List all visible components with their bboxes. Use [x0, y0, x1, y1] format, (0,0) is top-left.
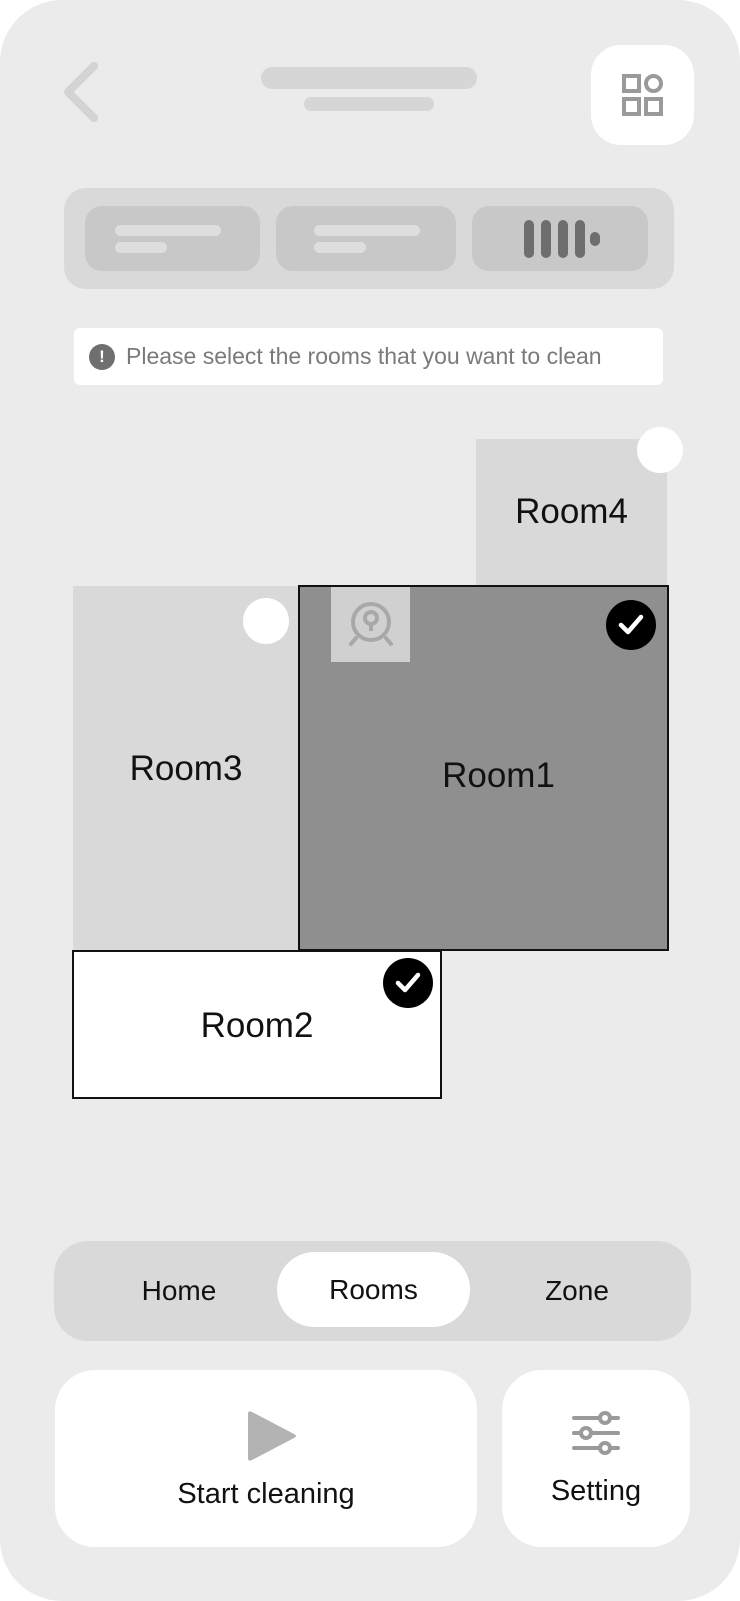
room-label: Room2 — [200, 1005, 314, 1045]
room-label: Room1 — [442, 756, 555, 795]
chevron-left-icon — [64, 62, 98, 122]
room-label: Room3 — [129, 748, 243, 788]
tab-zone[interactable]: Zone — [492, 1241, 662, 1341]
mode-option-2[interactable] — [276, 206, 456, 271]
room2-selected-check[interactable] — [383, 958, 433, 1008]
room1-selected-check[interactable] — [606, 600, 656, 650]
label-placeholder — [314, 225, 420, 236]
robot-position — [331, 587, 410, 662]
setting-label: Setting — [550, 1475, 642, 1507]
room4-select-toggle[interactable] — [637, 427, 683, 473]
label-placeholder — [314, 242, 366, 253]
check-icon — [395, 972, 421, 993]
phone-screen: ! Please select the rooms that you want … — [0, 0, 740, 1601]
sliders-icon — [572, 1411, 620, 1455]
label-placeholder — [115, 242, 167, 253]
suction-level-option[interactable] — [472, 206, 648, 271]
grid-icon — [622, 74, 663, 116]
check-icon — [618, 614, 644, 635]
instruction-banner: ! Please select the rooms that you want … — [74, 328, 663, 385]
view-tabs: Home Rooms Zone — [54, 1241, 691, 1341]
robot-vacuum-icon — [349, 602, 393, 646]
grid-menu-button[interactable] — [591, 45, 694, 145]
room-room4[interactable]: Room4 — [476, 439, 667, 586]
label-placeholder — [115, 225, 221, 236]
tab-home[interactable]: Home — [94, 1241, 264, 1341]
subtitle-placeholder — [304, 97, 434, 111]
room-label: Room4 — [515, 491, 628, 531]
exclamation-icon: ! — [89, 344, 115, 370]
start-cleaning-label: Start cleaning — [177, 1478, 355, 1510]
mode-option-1[interactable] — [85, 206, 260, 271]
play-icon — [248, 1411, 296, 1461]
suction-level-icon — [524, 220, 600, 258]
title-placeholder — [261, 67, 477, 89]
tab-rooms[interactable]: Rooms — [277, 1252, 470, 1327]
room3-select-toggle[interactable] — [243, 598, 289, 644]
start-cleaning-button[interactable]: Start cleaning — [55, 1370, 477, 1547]
back-button[interactable] — [58, 60, 106, 124]
setting-button[interactable]: Setting — [502, 1370, 690, 1547]
instruction-text: Please select the rooms that you want to… — [126, 343, 602, 369]
